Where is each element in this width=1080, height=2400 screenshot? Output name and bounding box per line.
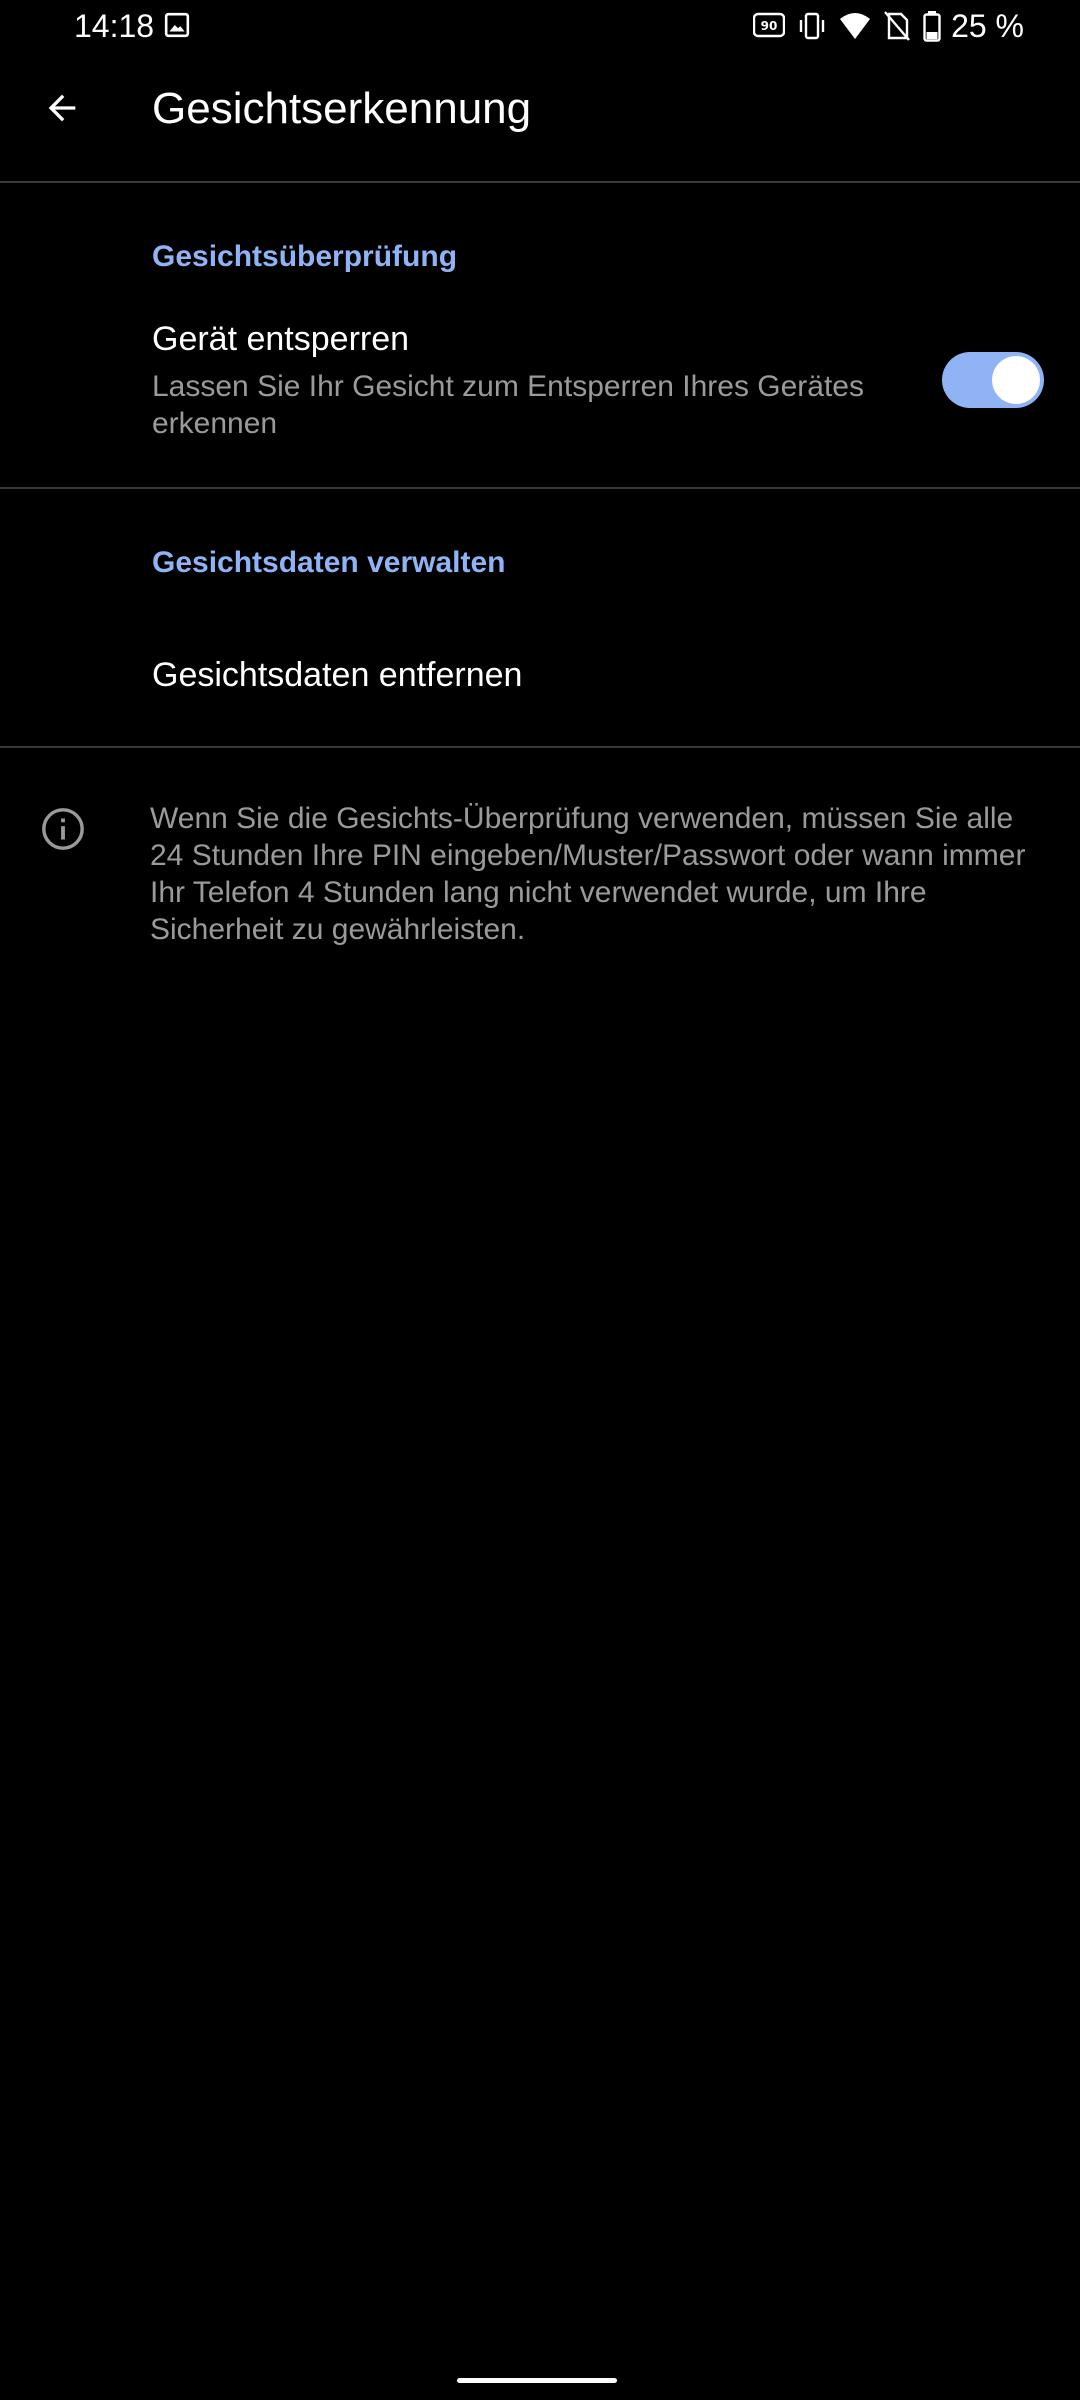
back-button[interactable] <box>30 76 94 140</box>
section-header-verification: Gesichtsüberprüfung <box>152 240 458 273</box>
toggle-thumb <box>992 356 1040 404</box>
image-icon <box>164 12 190 38</box>
unlock-device-item[interactable]: Gerät entsperren Lassen Sie Ihr Gesicht … <box>0 300 1080 486</box>
wifi-icon <box>840 13 871 39</box>
vibrate-icon <box>799 12 825 40</box>
unlock-device-summary: Lassen Sie Ihr Gesicht zum Entsperren Ih… <box>152 370 864 440</box>
battery-icon <box>923 11 941 42</box>
section-header-manage: Gesichtsdaten verwalten <box>152 546 506 579</box>
remove-face-data-item[interactable]: Gesichtsdaten entfernen <box>0 620 1080 746</box>
page-title: Gesichtserkennung <box>152 84 532 133</box>
info-icon <box>42 808 84 850</box>
status-icons: 90 25 % <box>741 6 1024 46</box>
svg-text:90: 90 <box>761 19 778 33</box>
status-time: 14:18 <box>74 8 155 44</box>
unlock-device-title: Gerät entsperren <box>152 320 410 358</box>
info-text: Wenn Sie die Gesichts-Überprüfung verwen… <box>150 802 1026 946</box>
refresh-rate-90hz-icon: 90 <box>753 12 786 38</box>
battery-percent: 25 % <box>951 7 1024 44</box>
status-bar: 14:18 90 25 % <box>0 0 1080 56</box>
divider <box>0 487 1080 489</box>
app-bar: Gesichtserkennung <box>0 56 1080 182</box>
no-sim-icon <box>884 11 910 41</box>
arrow-back-icon <box>48 94 76 122</box>
divider <box>0 181 1080 183</box>
unlock-device-toggle[interactable] <box>942 352 1044 408</box>
divider <box>0 746 1080 748</box>
gesture-nav-handle[interactable] <box>457 2378 617 2383</box>
remove-face-data-title: Gesichtsdaten entfernen <box>152 656 523 694</box>
